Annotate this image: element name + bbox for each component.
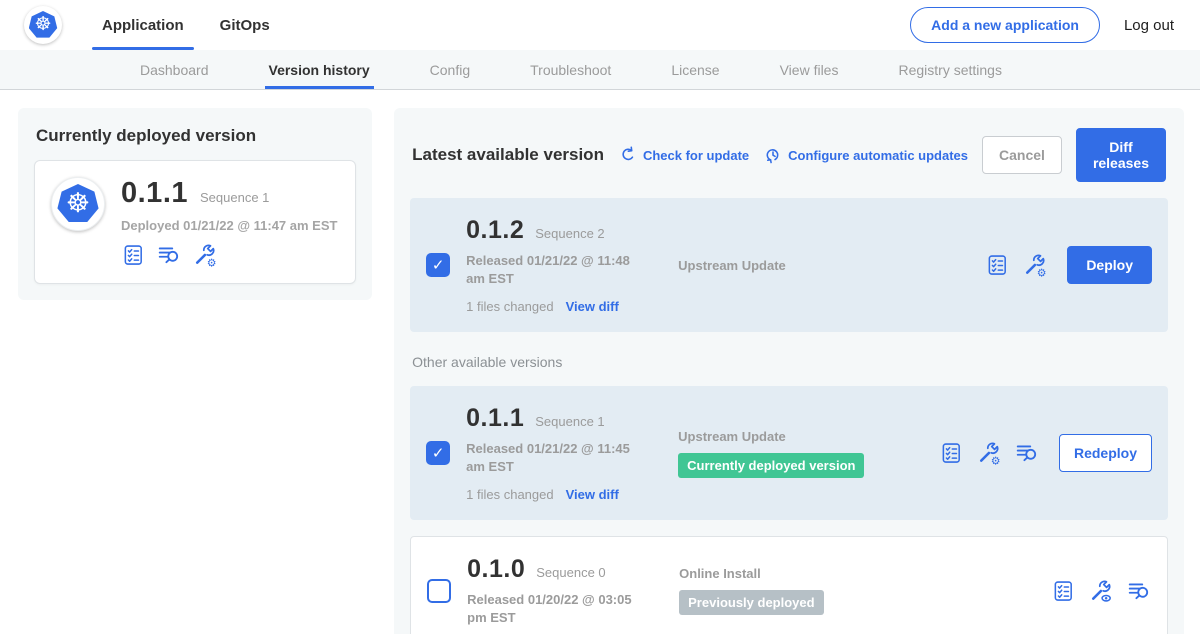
view-config-icon[interactable] bbox=[1089, 579, 1113, 603]
kubernetes-heptagon-icon: ☸ bbox=[57, 184, 99, 224]
check-for-update-label: Check for update bbox=[643, 148, 749, 163]
kubernetes-heptagon-icon: ☸ bbox=[29, 11, 58, 39]
source-label: Upstream Update bbox=[678, 429, 878, 444]
helm-wheel-icon: ☸ bbox=[66, 190, 90, 217]
diff-releases-button[interactable]: Diff releases bbox=[1076, 128, 1166, 182]
preflight-checks-icon[interactable] bbox=[985, 253, 1009, 277]
version-select-checkbox[interactable] bbox=[426, 253, 450, 277]
subnav-item-troubleshoot[interactable]: Troubleshoot bbox=[530, 50, 611, 89]
tab-gitops[interactable]: GitOps bbox=[220, 0, 270, 50]
kots-admin-console: ☸ Application GitOps Add a new applicati… bbox=[0, 0, 1200, 634]
deployed-timestamp: Deployed 01/21/22 @ 11:47 am EST bbox=[121, 218, 337, 233]
deployed-version-details: 0.1.1 Sequence 1 Deployed 01/21/22 @ 11:… bbox=[121, 177, 337, 267]
preflight-checks-icon[interactable] bbox=[1051, 579, 1075, 603]
top-nav-right: Add a new application Log out bbox=[910, 7, 1174, 43]
redeploy-button[interactable]: Redeploy bbox=[1059, 434, 1152, 472]
deploy-logs-icon[interactable] bbox=[157, 243, 181, 267]
version-select-checkbox[interactable] bbox=[426, 441, 450, 465]
source-label: Upstream Update bbox=[678, 258, 878, 273]
version-source: Upstream Update Currently deployed versi… bbox=[678, 429, 878, 478]
helm-wheel-icon: ☸ bbox=[34, 15, 51, 34]
version-number: 0.1.2 bbox=[466, 216, 524, 245]
top-nav-tabs: Application GitOps bbox=[102, 0, 270, 50]
preflight-checks-icon[interactable] bbox=[939, 441, 963, 465]
subnav-item-dashboard[interactable]: Dashboard bbox=[140, 50, 209, 89]
deployed-panel-title: Currently deployed version bbox=[36, 126, 356, 146]
deployed-version-actions bbox=[121, 243, 337, 267]
edit-config-icon[interactable] bbox=[977, 441, 1001, 465]
view-diff-link[interactable]: View diff bbox=[566, 299, 619, 314]
subnav-item-license[interactable]: License bbox=[671, 50, 719, 89]
deployed-sequence-label: Sequence 1 bbox=[200, 190, 269, 205]
refresh-icon bbox=[618, 145, 638, 165]
cancel-diff-button[interactable]: Cancel bbox=[982, 136, 1062, 174]
other-versions-title: Other available versions bbox=[412, 354, 1166, 370]
sequence-label: Sequence 0 bbox=[536, 565, 605, 580]
subnav-item-view-files[interactable]: View files bbox=[780, 50, 839, 89]
add-new-application-button[interactable]: Add a new application bbox=[910, 7, 1100, 43]
files-changed-label: 1 files changed bbox=[466, 487, 553, 502]
version-number: 0.1.1 bbox=[466, 404, 524, 433]
view-diff-link[interactable]: View diff bbox=[566, 487, 619, 502]
app-sub-nav: Dashboard Version history Config Trouble… bbox=[0, 50, 1200, 90]
available-panel-header: Latest available version Check for updat… bbox=[412, 128, 1166, 182]
subnav-item-registry-settings[interactable]: Registry settings bbox=[898, 50, 1001, 89]
version-info: 0.1.0 Sequence 0 Released 01/20/22 @ 03:… bbox=[467, 555, 663, 626]
top-nav: ☸ Application GitOps Add a new applicati… bbox=[0, 0, 1200, 50]
logout-link[interactable]: Log out bbox=[1124, 17, 1174, 34]
main-content: Currently deployed version ☸ 0.1.1 Seque… bbox=[0, 90, 1200, 634]
deployed-version-number: 0.1.1 bbox=[121, 177, 188, 210]
subnav-item-config[interactable]: Config bbox=[430, 50, 470, 89]
version-row-0-1-1: 0.1.1 Sequence 1 Released 01/21/22 @ 11:… bbox=[410, 386, 1168, 520]
deploy-logs-icon[interactable] bbox=[1015, 441, 1039, 465]
edit-config-icon[interactable] bbox=[1023, 253, 1047, 277]
kubernetes-logo[interactable]: ☸ bbox=[24, 6, 62, 44]
version-row-0-1-2: 0.1.2 Sequence 2 Released 01/21/22 @ 11:… bbox=[410, 198, 1168, 332]
available-versions-panel: Latest available version Check for updat… bbox=[394, 108, 1184, 634]
edit-config-icon[interactable] bbox=[193, 243, 217, 267]
scheduled-update-icon bbox=[763, 145, 783, 165]
app-icon: ☸ bbox=[51, 177, 105, 231]
version-source: Upstream Update bbox=[678, 258, 878, 273]
version-actions: Redeploy bbox=[939, 434, 1152, 472]
sequence-label: Sequence 2 bbox=[535, 226, 604, 241]
version-number: 0.1.0 bbox=[467, 555, 525, 584]
sequence-label: Sequence 1 bbox=[535, 414, 604, 429]
version-row-0-1-0: 0.1.0 Sequence 0 Released 01/20/22 @ 03:… bbox=[410, 536, 1168, 634]
version-info: 0.1.1 Sequence 1 Released 01/21/22 @ 11:… bbox=[466, 404, 662, 502]
version-info: 0.1.2 Sequence 2 Released 01/21/22 @ 11:… bbox=[466, 216, 662, 314]
version-actions bbox=[1051, 579, 1151, 603]
released-timestamp: Released 01/21/22 @ 11:48 am EST bbox=[466, 252, 652, 287]
released-timestamp: Released 01/21/22 @ 11:45 am EST bbox=[466, 440, 652, 475]
preflight-checks-icon[interactable] bbox=[121, 243, 145, 267]
files-changed-label: 1 files changed bbox=[466, 299, 553, 314]
subnav-item-version-history[interactable]: Version history bbox=[269, 50, 370, 89]
version-actions: Deploy bbox=[985, 246, 1152, 284]
currently-deployed-panel: Currently deployed version ☸ 0.1.1 Seque… bbox=[18, 108, 372, 300]
source-label: Online Install bbox=[679, 566, 879, 581]
deploy-logs-icon[interactable] bbox=[1127, 579, 1151, 603]
released-timestamp: Released 01/20/22 @ 03:05 pm EST bbox=[467, 591, 653, 626]
deployed-version-card: ☸ 0.1.1 Sequence 1 Deployed 01/21/22 @ 1… bbox=[34, 160, 356, 284]
version-select-checkbox[interactable] bbox=[427, 579, 451, 603]
configure-auto-updates-link[interactable]: Configure automatic updates bbox=[763, 145, 968, 165]
deploy-button[interactable]: Deploy bbox=[1067, 246, 1152, 284]
previously-deployed-badge: Previously deployed bbox=[679, 590, 823, 615]
currently-deployed-badge: Currently deployed version bbox=[678, 453, 864, 478]
configure-auto-updates-label: Configure automatic updates bbox=[788, 148, 968, 163]
latest-available-title: Latest available version bbox=[412, 145, 604, 165]
tab-application[interactable]: Application bbox=[102, 0, 184, 50]
check-for-update-link[interactable]: Check for update bbox=[618, 145, 749, 165]
version-source: Online Install Previously deployed bbox=[679, 566, 879, 615]
